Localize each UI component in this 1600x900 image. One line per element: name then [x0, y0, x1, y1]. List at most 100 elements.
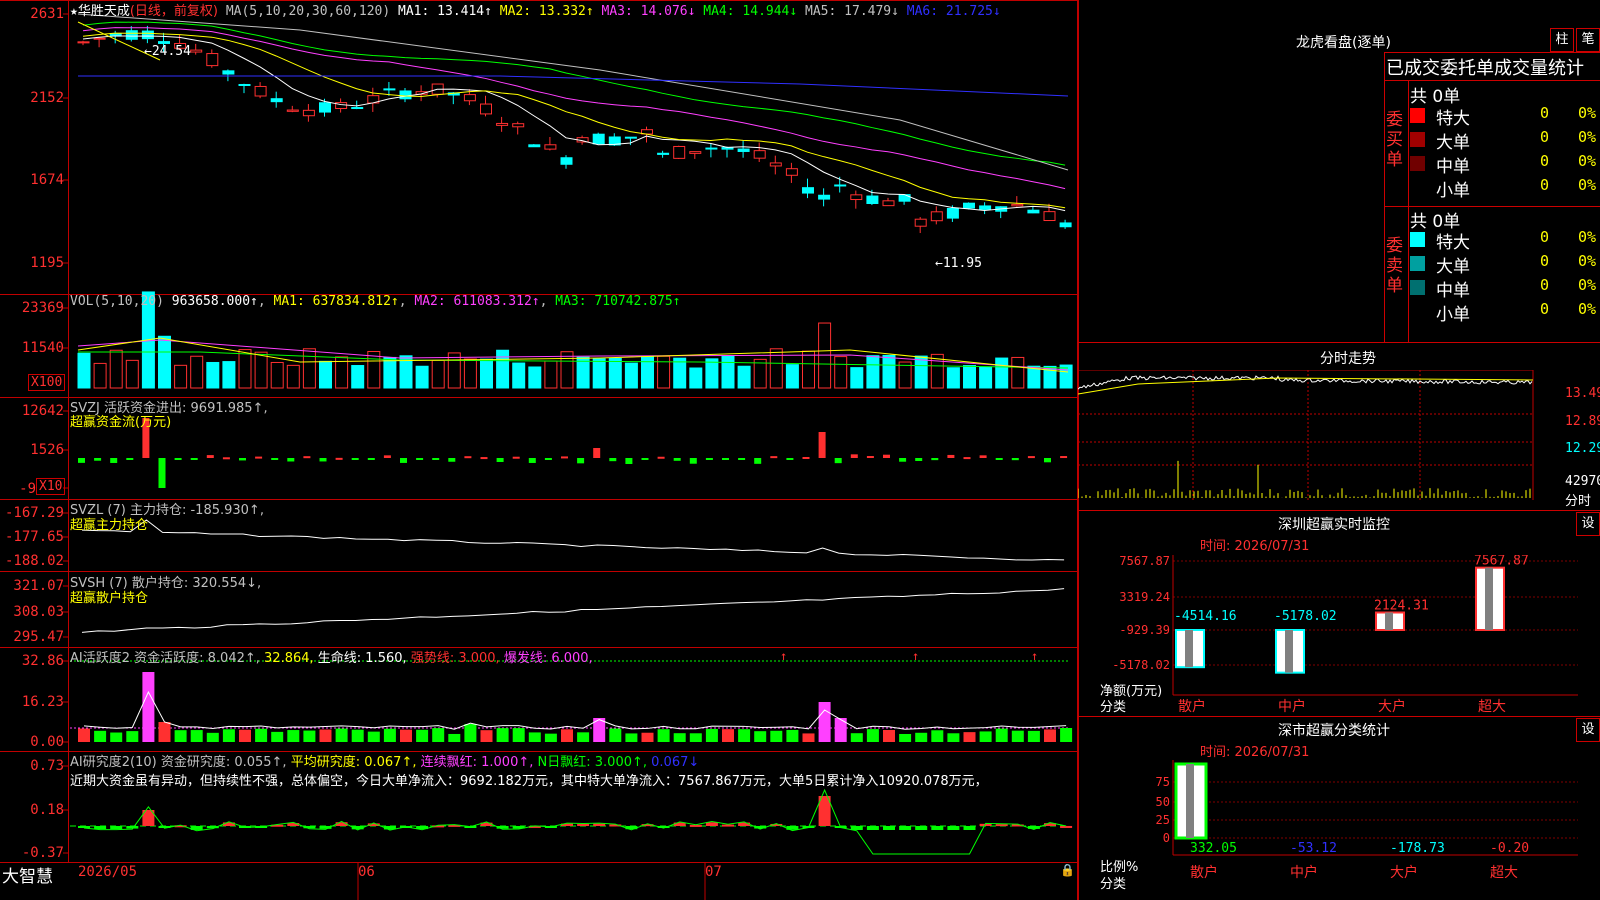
order-stat-row: 特大 0 0%: [1410, 228, 1598, 253]
classify-y-label: 0: [1163, 831, 1170, 845]
intraday-y-label: 12.29: [1565, 441, 1600, 456]
flow-bar: [657, 456, 665, 459]
ma3-value: MA3: 14.076↓: [601, 4, 696, 19]
flow-bar: [593, 448, 601, 458]
volume-bar: [174, 364, 188, 389]
activity-bar: [899, 733, 912, 742]
flow-bar: [899, 458, 907, 462]
activity-bar: [963, 732, 976, 742]
candle-body: [302, 109, 315, 117]
volume-bar: [592, 358, 606, 389]
ma-line: [82, 21, 1066, 166]
ai-research-n-red: N日飘红: 3.000↑,: [537, 755, 648, 770]
activity-bar: [78, 728, 90, 742]
candle-body: [624, 136, 637, 139]
volume-bar: [737, 365, 751, 389]
intraday-y-label: 42970: [1565, 474, 1600, 489]
order-stat-row: 大单 0 0%: [1410, 128, 1598, 153]
intraday-chart[interactable]: [1078, 370, 1600, 510]
classify-settings-button[interactable]: 设: [1576, 718, 1600, 742]
intraday-title: 分时走势: [1320, 351, 1376, 367]
divider: [1408, 80, 1409, 342]
monitor-time: 时间: 2026/07/31: [1200, 539, 1310, 554]
research-bar: [850, 826, 863, 830]
monitor-bar-shade: [1385, 612, 1393, 630]
color-swatch: [1410, 232, 1425, 247]
activity-bar: [705, 728, 718, 742]
research-bar: [78, 826, 90, 828]
flow-bar: [94, 458, 102, 461]
ma-line: [82, 32, 1066, 209]
classify-title: 深市超赢分类统计: [1278, 723, 1390, 739]
vol-value: 963658.000↑: [171, 294, 258, 309]
category-label: 散户: [1178, 698, 1206, 715]
flow-bar: [126, 458, 134, 460]
activity-bar: [818, 702, 831, 742]
monitor-bar-shade: [1185, 630, 1193, 668]
period-label[interactable]: (日线，前复权): [130, 4, 218, 19]
monitor-settings-button[interactable]: 设: [1576, 512, 1600, 536]
candle-body: [979, 205, 992, 210]
signal-arrow: ↑: [912, 649, 919, 663]
classify-chart[interactable]: 75 50 25 0 332.05 -53.12 -178.73 -0.20 散户 中户 大户 超大: [1078, 760, 1600, 900]
ma-line: [82, 35, 1066, 212]
activity-bar: [544, 733, 557, 742]
classify-value: -0.20: [1490, 841, 1529, 856]
activity-bar: [689, 733, 702, 742]
candle-body: [254, 85, 267, 97]
volume-bar: [914, 355, 928, 389]
candle-body: [753, 150, 766, 159]
favorite-star-icon[interactable]: ★: [70, 4, 78, 19]
candle-body: [963, 202, 975, 209]
app-logo[interactable]: 大智慧: [2, 862, 53, 887]
volume-bar: [302, 348, 316, 389]
candle-body: [560, 157, 573, 165]
vol-y-label: 23369: [21, 300, 64, 316]
flow-bar: [963, 457, 971, 460]
candle-body: [673, 145, 686, 159]
flow-bar: [689, 458, 697, 464]
pen-mode-button[interactable]: 笔: [1576, 28, 1600, 52]
order-type-label: 中单: [1436, 157, 1470, 177]
candle-body: [141, 30, 154, 40]
activity-bar: [786, 729, 799, 742]
activity-bar: [496, 728, 509, 742]
volume-bar: [834, 356, 848, 389]
research-bar: [722, 824, 734, 827]
classify-time: 时间: 2026/07/31: [1200, 745, 1310, 760]
activity-bar: [367, 731, 380, 742]
monitor-bar-label: -4514.16: [1174, 609, 1237, 624]
candle-body: [866, 195, 879, 205]
activity-bar: [625, 733, 638, 742]
order-stat-row: 中单 0 0%: [1410, 152, 1598, 177]
candle-body: [930, 211, 943, 222]
svsh-y-label: 295.47: [13, 629, 64, 645]
order-stat-row: 中单 0 0%: [1410, 276, 1598, 301]
ai-research-header: AI研究度2(10) 资金研究度: 0.055↑, 平均研究度: 0.067↑,…: [70, 751, 699, 770]
lock-icon[interactable]: 🔒: [1060, 863, 1075, 877]
flow-bar: [947, 454, 955, 458]
signal-arrow: ↑: [780, 649, 787, 663]
volume-bar: [673, 357, 687, 389]
flow-bar: [287, 458, 295, 462]
ai-active-title: AI活跃度2 资金活跃度: 8.042↑,: [70, 651, 260, 666]
flow-bar: [641, 458, 649, 460]
order-pct: 0%: [1578, 252, 1597, 270]
intraday-x-label: 分时: [1565, 494, 1592, 509]
stock-name[interactable]: 华胜天成: [78, 4, 130, 19]
flow-bar: [206, 455, 214, 458]
flow-bar: [561, 456, 568, 459]
flow-bar: [915, 458, 923, 461]
flow-bar: [754, 458, 762, 464]
flow-bar: [496, 458, 504, 462]
bar-mode-button[interactable]: 柱: [1550, 28, 1574, 52]
volume-bar: [109, 349, 123, 389]
research-bar: [1060, 825, 1073, 828]
candle-body: [834, 184, 847, 187]
category-label: 大户: [1378, 698, 1406, 715]
order-count: 0: [1540, 228, 1550, 246]
category-label: 超大: [1490, 865, 1518, 881]
vol-unit-badge: X100: [28, 374, 66, 391]
volume-bar: [995, 357, 1009, 389]
flow-bar: [528, 458, 536, 463]
